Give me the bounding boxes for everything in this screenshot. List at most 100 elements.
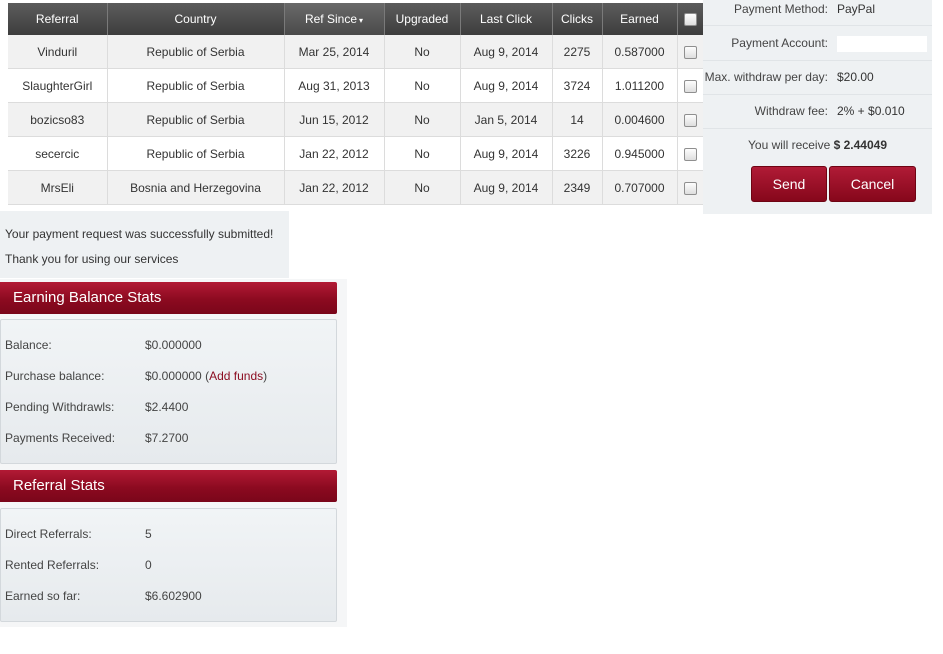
earning-balance-stats-panel: Balance: $0.000000 Purchase balance: $0.…: [0, 319, 337, 464]
cell-last-click: Aug 9, 2014: [460, 170, 553, 205]
cell-upgraded: No: [384, 102, 461, 137]
referral-stats-panel: Direct Referrals: 5 Rented Referrals: 0 …: [0, 508, 337, 622]
cell-referral: Vinduril: [8, 35, 108, 69]
payment-account-label: Payment Account:: [731, 36, 828, 50]
cell-ref-since: Jan 22, 2012: [284, 170, 385, 205]
cell-ref-since: Mar 25, 2014: [284, 35, 385, 69]
column-header-clicks[interactable]: Clicks: [552, 3, 603, 35]
purchase-balance-label: Purchase balance:: [5, 369, 105, 383]
cell-select: [677, 136, 703, 171]
cancel-button[interactable]: Cancel: [829, 166, 916, 202]
earned-so-far-value: $6.602900: [145, 589, 202, 603]
rented-referrals-value: 0: [145, 558, 152, 572]
row-checkbox[interactable]: [683, 113, 697, 127]
thank-you-message-line: Thank you for using our services: [5, 252, 179, 266]
table-row: Vinduril Republic of Serbia Mar 25, 2014…: [8, 35, 703, 69]
column-header-earned[interactable]: Earned: [602, 3, 678, 35]
cell-clicks: 2349: [552, 170, 603, 205]
payment-method-value: PayPal: [837, 2, 876, 16]
cell-earned: 0.587000: [602, 35, 678, 69]
cell-ref-since: Jun 15, 2012: [284, 102, 385, 137]
success-message-line: Your payment request was successfully su…: [5, 227, 274, 241]
cell-upgraded: No: [384, 170, 461, 205]
column-header-ref-since-label: Ref Since: [304, 12, 357, 26]
column-header-upgraded[interactable]: Upgraded: [384, 3, 461, 35]
direct-referrals-value: 5: [145, 527, 152, 541]
cell-country: Republic of Serbia: [107, 35, 285, 69]
cell-country: Republic of Serbia: [107, 68, 285, 103]
cell-clicks: 14: [552, 102, 603, 137]
cell-earned: 0.707000: [602, 170, 678, 205]
balance-label: Balance:: [5, 338, 52, 352]
column-header-referral[interactable]: Referral: [8, 3, 108, 35]
column-header-last-click[interactable]: Last Click: [460, 3, 553, 35]
direct-referrals-label: Direct Referrals:: [5, 527, 92, 541]
select-all-checkbox[interactable]: [683, 13, 697, 27]
row-checkbox[interactable]: [683, 181, 697, 195]
sort-down-icon: ▾: [359, 16, 364, 25]
payment-account-row: Payment Account:: [703, 26, 932, 61]
table-row: bozicso83 Republic of Serbia Jun 15, 201…: [8, 102, 703, 137]
cell-ref-since: Aug 31, 2013: [284, 68, 385, 103]
withdraw-fee-value: 2% + $0.010: [837, 104, 905, 118]
max-withdraw-label: Max. withdraw per day:: [704, 70, 828, 84]
rented-referrals-label: Rented Referrals:: [5, 558, 100, 572]
cell-last-click: Aug 9, 2014: [460, 136, 553, 171]
earning-balance-stats-header: Earning Balance Stats: [0, 282, 337, 314]
row-checkbox[interactable]: [683, 45, 697, 59]
cell-select: [677, 170, 703, 205]
pending-withdrawals-value: $2.4400: [145, 400, 189, 414]
payment-panel: Payment Method: PayPal Payment Account: …: [703, 0, 932, 214]
column-header-country[interactable]: Country: [107, 3, 285, 35]
cell-earned: 0.004600: [602, 102, 678, 137]
cell-country: Republic of Serbia: [107, 102, 285, 137]
max-withdraw-value: $20.00: [837, 70, 874, 84]
row-checkbox[interactable]: [683, 147, 697, 161]
referral-stats-header: Referral Stats: [0, 470, 337, 502]
cell-select: [677, 35, 703, 69]
cell-referral: SlaughterGirl: [8, 68, 108, 103]
column-header-ref-since[interactable]: Ref Since ▾: [284, 3, 385, 35]
cell-country: Bosnia and Herzegovina: [107, 170, 285, 205]
receive-amount: $ 2.44049: [833, 138, 887, 152]
payment-account-value: [837, 36, 927, 52]
table-header-row: Referral Country Ref Since ▾ Upgraded Las…: [8, 3, 703, 35]
cell-clicks: 3724: [552, 68, 603, 103]
row-checkbox[interactable]: [683, 79, 697, 93]
add-funds-link[interactable]: Add funds: [209, 369, 263, 383]
balance-value: $0.000000: [145, 338, 202, 352]
receive-label: You will receive: [748, 138, 831, 152]
send-button[interactable]: Send: [751, 166, 827, 202]
withdraw-fee-label: Withdraw fee:: [754, 104, 828, 118]
cell-select: [677, 102, 703, 137]
table-row: MrsEli Bosnia and Herzegovina Jan 22, 20…: [8, 170, 703, 205]
cell-referral: secercic: [8, 136, 108, 171]
cell-upgraded: No: [384, 35, 461, 69]
table-row: SlaughterGirl Republic of Serbia Aug 31,…: [8, 68, 703, 103]
cell-last-click: Aug 9, 2014: [460, 68, 553, 103]
cell-select: [677, 68, 703, 103]
referral-table: Referral Country Ref Since ▾ Upgraded Las…: [8, 3, 703, 205]
table-row: secercic Republic of Serbia Jan 22, 2012…: [8, 136, 703, 171]
cell-last-click: Aug 9, 2014: [460, 35, 553, 69]
cell-earned: 1.011200: [602, 68, 678, 103]
payments-received-value: $7.2700: [145, 431, 189, 445]
add-funds-close-paren: ): [263, 369, 268, 383]
cell-upgraded: No: [384, 68, 461, 103]
withdraw-fee-row: Withdraw fee: 2% + $0.010: [703, 94, 932, 129]
cell-clicks: 2275: [552, 35, 603, 69]
cell-referral: bozicso83: [8, 102, 108, 137]
payment-method-label: Payment Method:: [733, 2, 828, 16]
earned-so-far-label: Earned so far:: [5, 589, 81, 603]
cell-earned: 0.945000: [602, 136, 678, 171]
select-all-checkbox-cell: [677, 3, 703, 35]
max-withdraw-row: Max. withdraw per day: $20.00: [703, 60, 932, 95]
cell-last-click: Jan 5, 2014: [460, 102, 553, 137]
pending-withdrawals-label: Pending Withdrawls:: [5, 400, 115, 414]
purchase-balance-value: $0.000000: [145, 369, 202, 383]
cell-country: Republic of Serbia: [107, 136, 285, 171]
stats-area: Earning Balance Stats Balance: $0.000000…: [0, 279, 347, 627]
receive-amount-text: You will receive $ 2.44049: [703, 136, 932, 154]
payments-received-label: Payments Received:: [5, 431, 116, 445]
success-message: Your payment request was successfully su…: [0, 211, 289, 278]
